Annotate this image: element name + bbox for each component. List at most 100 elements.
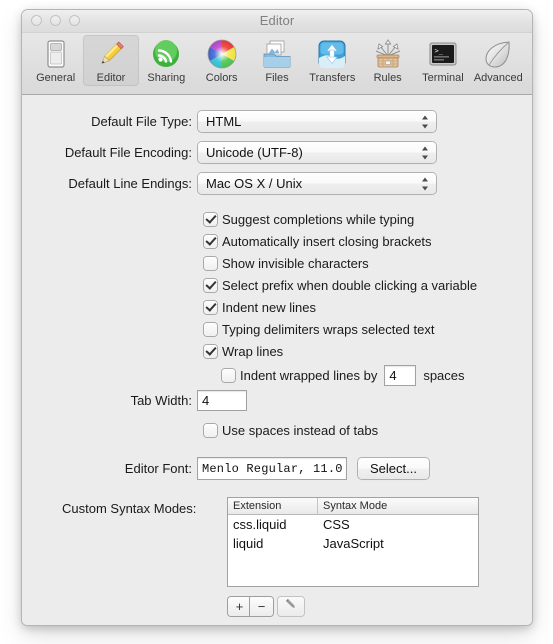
window-titlebar[interactable]: Editor — [22, 10, 532, 33]
colors-icon — [206, 38, 238, 70]
screenshot-root: Editor General Editor Sharing Colors Fil… — [0, 0, 553, 644]
column-header-extension[interactable]: Extension — [228, 498, 318, 514]
checkbox-suggest-completions[interactable]: Suggest completions while typing — [204, 212, 414, 227]
default-file-type-value: HTML — [206, 114, 242, 129]
field-editor-font: Editor Font: Menlo Regular, 11.0 Select.… — [62, 458, 429, 479]
table-header-row: Extension Syntax Mode — [228, 498, 478, 515]
toolbar-label-colors: Colors — [205, 72, 238, 84]
checkbox-box — [204, 301, 217, 314]
checkbox-box — [204, 279, 217, 292]
default-file-encoding-popup[interactable]: Unicode (UTF-8) — [198, 142, 436, 163]
label-editor-font: Editor Font: — [124, 461, 192, 476]
checkbox-label: Wrap lines — [222, 344, 284, 359]
cell-extension: css.liquid — [233, 517, 287, 532]
label-tab-width: Tab Width: — [130, 393, 192, 408]
select-font-button[interactable]: Select... — [358, 458, 429, 479]
sharing-icon — [150, 38, 182, 70]
editor-icon — [95, 38, 127, 70]
checkbox-box — [204, 257, 217, 270]
indent-wrapped-lines-suffix: spaces — [423, 368, 465, 383]
checkbox-label: Automatically insert closing brackets — [222, 234, 432, 249]
toolbar-label-rules: Rules — [373, 72, 402, 84]
toolbar-label-files: Files — [265, 72, 289, 84]
checkbox-auto-insert-closing-brackets[interactable]: Automatically insert closing brackets — [204, 234, 432, 249]
toolbar-item-editor[interactable]: Editor — [83, 35, 139, 86]
checkbox-show-invisible-characters[interactable]: Show invisible characters — [204, 256, 369, 271]
default-line-endings-value: Mac OS X / Unix — [206, 176, 303, 191]
editor-preferences-pane: Default File Type: HTML Default File Enc… — [22, 95, 532, 625]
label-custom-syntax-modes: Custom Syntax Modes: — [62, 501, 197, 516]
checkbox-label: Select prefix when double clicking a var… — [222, 278, 478, 293]
field-default-file-encoding: Default File Encoding: Unicode (UTF-8) — [62, 142, 436, 163]
toolbar-item-files[interactable]: Files — [249, 35, 304, 86]
svg-text:>_: >_ — [434, 47, 443, 55]
label-default-file-type: Default File Type: — [91, 114, 192, 129]
toolbar-item-rules[interactable]: Rules — [360, 35, 415, 86]
label-default-file-encoding: Default File Encoding: — [64, 145, 192, 160]
files-icon — [261, 38, 293, 70]
toolbar-label-editor: Editor — [96, 72, 126, 84]
checkbox-box — [204, 323, 217, 336]
field-default-file-type: Default File Type: HTML — [62, 111, 436, 132]
table-row[interactable]: liquid JavaScript — [228, 534, 478, 553]
indent-wrapped-lines-row: Indent wrapped lines by 4 spaces — [222, 366, 465, 385]
label-default-line-endings: Default Line Endings: — [68, 176, 192, 191]
toolbar-item-advanced[interactable]: Advanced — [471, 35, 526, 86]
toolbar-label-transfers: Transfers — [309, 72, 356, 84]
default-line-endings-popup[interactable]: Mac OS X / Unix — [198, 173, 436, 194]
checkbox-typing-delimiters-wraps[interactable]: Typing delimiters wraps selected text — [204, 322, 434, 337]
chevron-updown-icon — [421, 114, 430, 129]
toolbar-item-colors[interactable]: Colors — [194, 35, 249, 86]
checkbox-box — [204, 213, 217, 226]
preferences-window: Editor General Editor Sharing Colors Fil… — [22, 10, 532, 625]
preferences-toolbar: General Editor Sharing Colors Files Tran… — [22, 33, 532, 95]
default-file-encoding-value: Unicode (UTF-8) — [206, 145, 303, 160]
checkbox-box — [204, 235, 217, 248]
add-syntax-mode-button[interactable]: + — [228, 597, 251, 616]
remove-syntax-mode-button[interactable]: − — [250, 597, 273, 616]
rules-icon — [372, 38, 404, 70]
toolbar-item-terminal[interactable]: >_ Terminal — [415, 35, 470, 86]
cell-syntax-mode: JavaScript — [323, 536, 384, 551]
table-add-remove-segmented-control: + − — [228, 597, 273, 616]
toolbar-label-advanced: Advanced — [473, 72, 523, 84]
checkbox-label: Indent new lines — [222, 300, 316, 315]
checkbox-label: Suggest completions while typing — [222, 212, 415, 227]
transfers-icon — [316, 38, 348, 70]
field-default-line-endings: Default Line Endings: Mac OS X / Unix — [62, 173, 436, 194]
chevron-updown-icon — [421, 145, 430, 160]
field-tab-width: Tab Width: 4 — [62, 391, 246, 410]
toolbar-label-terminal: Terminal — [422, 72, 464, 84]
pencil-icon — [284, 597, 298, 616]
general-icon — [40, 38, 72, 70]
checkbox-label: Show invisible characters — [222, 256, 369, 271]
checkbox-use-spaces-instead-of-tabs[interactable]: Use spaces instead of tabs — [204, 423, 378, 438]
checkbox-indent-wrapped-lines[interactable] — [222, 369, 235, 382]
cell-syntax-mode: CSS — [323, 517, 350, 532]
checkbox-box — [204, 424, 217, 437]
label-custom-syntax-modes-row: Custom Syntax Modes: — [62, 501, 198, 516]
tab-width-input[interactable]: 4 — [198, 391, 246, 410]
checkbox-wrap-lines[interactable]: Wrap lines — [204, 344, 283, 359]
checkbox-label: Typing delimiters wraps selected text — [222, 322, 435, 337]
checkbox-select-prefix-double-click[interactable]: Select prefix when double clicking a var… — [204, 278, 477, 293]
toolbar-item-transfers[interactable]: Transfers — [305, 35, 360, 86]
table-row[interactable]: css.liquid CSS — [228, 515, 478, 534]
custom-syntax-modes-table[interactable]: Extension Syntax Mode css.liquid CSS liq… — [228, 498, 478, 586]
indent-wrapped-lines-input[interactable]: 4 — [385, 366, 416, 385]
edit-syntax-mode-button[interactable] — [278, 597, 304, 616]
window-title: Editor — [259, 13, 295, 28]
checkbox-box — [204, 345, 217, 358]
chevron-updown-icon — [421, 176, 430, 191]
toolbar-item-general[interactable]: General — [28, 35, 83, 86]
indent-wrapped-lines-label: Indent wrapped lines by — [240, 368, 378, 383]
toolbar-label-general: General — [36, 72, 76, 84]
checkbox-indent-new-lines[interactable]: Indent new lines — [204, 300, 316, 315]
default-file-type-popup[interactable]: HTML — [198, 111, 436, 132]
toolbar-label-sharing: Sharing — [147, 72, 186, 84]
terminal-icon: >_ — [427, 38, 459, 70]
toolbar-item-sharing[interactable]: Sharing — [139, 35, 194, 86]
column-header-syntax-mode[interactable]: Syntax Mode — [318, 498, 478, 514]
cell-extension: liquid — [233, 536, 264, 551]
editor-font-input[interactable]: Menlo Regular, 11.0 — [198, 458, 346, 479]
